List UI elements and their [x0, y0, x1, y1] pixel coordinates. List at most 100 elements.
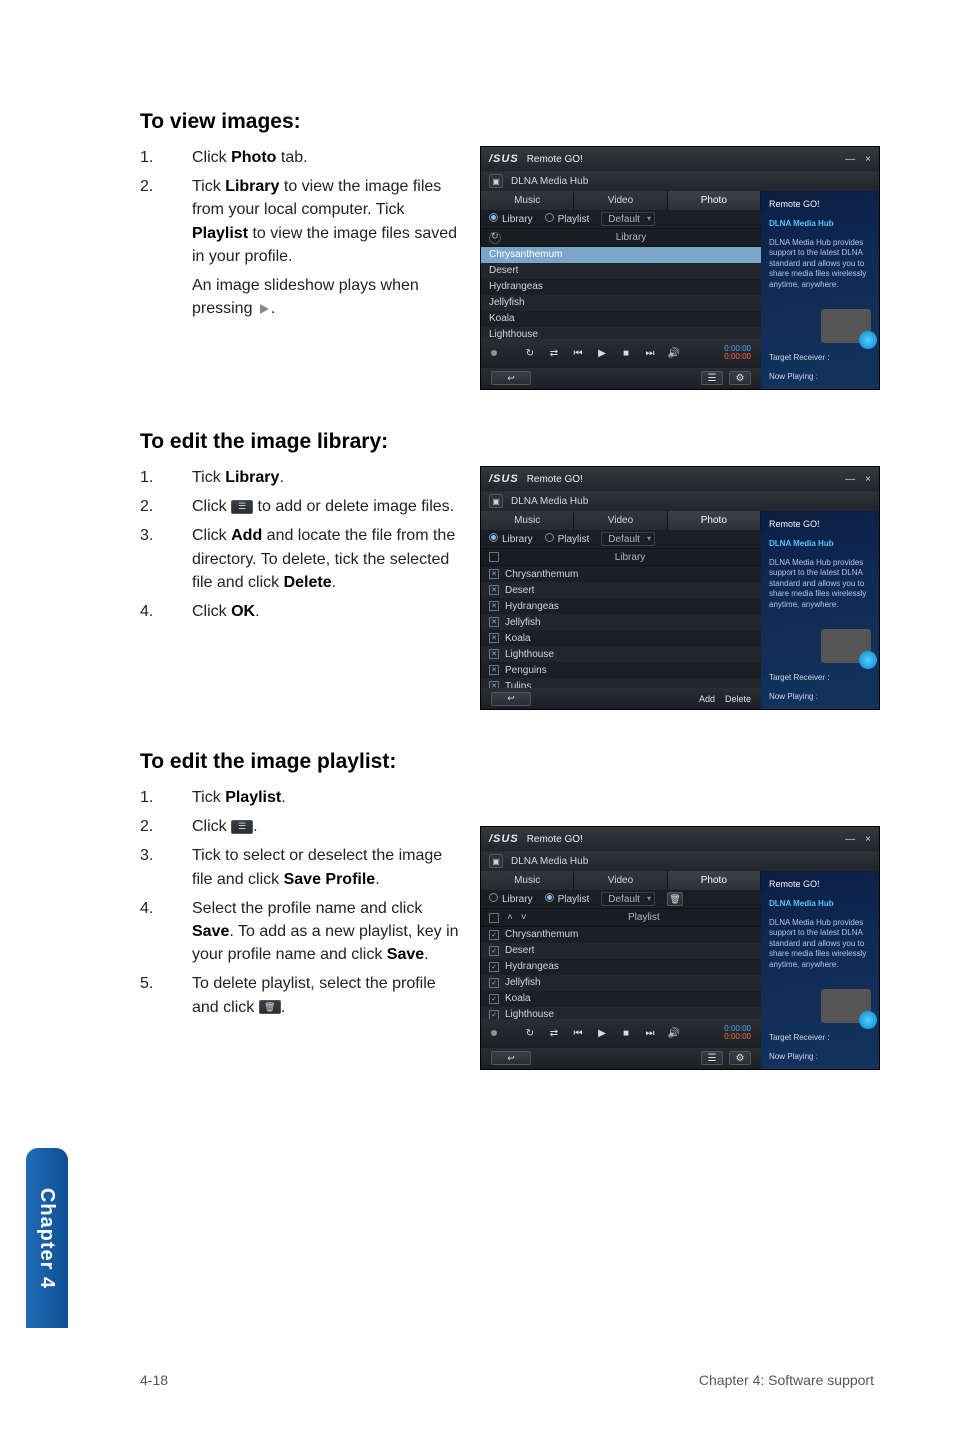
minimize-button[interactable]: —: [845, 154, 855, 165]
settings-icon[interactable]: ⚙: [729, 371, 751, 385]
list-item[interactable]: Lighthouse: [481, 327, 761, 339]
library-label: Library: [616, 232, 647, 243]
media-list[interactable]: ✓Chrysanthemum ✓Desert ✓Hydrangeas ✓Jell…: [481, 927, 761, 1019]
shuffle-icon[interactable]: ⇄: [547, 346, 561, 360]
footer-title: Chapter 4: Software support: [699, 1372, 874, 1388]
tab-video[interactable]: Video: [574, 511, 667, 530]
filter-bar: Library Playlist Default: [481, 530, 761, 549]
list-item[interactable]: ✓Lighthouse: [481, 1007, 761, 1019]
list-item[interactable]: ✕Lighthouse: [481, 646, 761, 662]
close-button[interactable]: ×: [865, 154, 871, 165]
time-total: 0:00:00: [724, 353, 751, 362]
list-item[interactable]: Chrysanthemum: [481, 247, 761, 263]
add-button[interactable]: Add: [699, 694, 715, 704]
library-label: Library: [615, 552, 646, 563]
radio-library[interactable]: Library: [489, 533, 533, 545]
close-button[interactable]: ×: [865, 834, 871, 845]
back-button[interactable]: ↩: [491, 1051, 531, 1065]
minimize-button[interactable]: —: [845, 834, 855, 845]
list-item[interactable]: ✕Penguins: [481, 662, 761, 678]
list-item[interactable]: ✓Chrysanthemum: [481, 927, 761, 943]
delete-button[interactable]: Delete: [725, 694, 751, 704]
tab-photo[interactable]: Photo: [668, 191, 761, 210]
minimize-button[interactable]: —: [845, 474, 855, 485]
prev-icon[interactable]: ⏮: [571, 346, 585, 360]
step-number: 4.: [140, 897, 166, 967]
status-dot: [491, 350, 497, 356]
prev-icon[interactable]: ⏮: [571, 1026, 585, 1040]
repeat-icon[interactable]: ↻: [523, 346, 537, 360]
trash-icon[interactable]: 🗑: [667, 892, 683, 906]
sub-title: DLNA Media Hub: [511, 496, 588, 507]
tab-video[interactable]: Video: [574, 191, 667, 210]
brand-logo: /SUS: [489, 473, 519, 485]
shuffle-icon[interactable]: ⇄: [547, 1026, 561, 1040]
media-tabs: Music Video Photo: [481, 511, 761, 530]
media-list[interactable]: Chrysanthemum Desert Hydrangeas Jellyfis…: [481, 247, 761, 339]
side-subtitle: DLNA Media Hub: [769, 539, 871, 548]
edit-list-icon[interactable]: ☰: [701, 371, 723, 385]
stop-icon[interactable]: ■: [619, 1026, 633, 1040]
radio-library[interactable]: Library: [489, 893, 533, 905]
tab-photo[interactable]: Photo: [668, 511, 761, 530]
player-bar: ↻ ⇄ ⏮ ▶ ■ ⏭ 🔊 0:00:00: [481, 1019, 761, 1048]
tab-video[interactable]: Video: [574, 871, 667, 890]
step-number: 4.: [140, 600, 166, 623]
window-title: Remote GO!: [527, 154, 583, 165]
device-icon: [821, 309, 871, 343]
list-item[interactable]: ✓Desert: [481, 943, 761, 959]
down-button[interactable]: ˅: [521, 912, 527, 923]
play-icon: [257, 303, 271, 315]
repeat-icon[interactable]: ↻: [523, 1026, 537, 1040]
list-item[interactable]: Koala: [481, 311, 761, 327]
list-item[interactable]: ✕Tulips: [481, 678, 761, 688]
profile-dropdown[interactable]: Default: [601, 892, 655, 906]
tab-music[interactable]: Music: [481, 871, 574, 890]
selectall-checkbox[interactable]: [489, 552, 499, 562]
profile-dropdown[interactable]: Default: [601, 532, 655, 546]
stop-icon[interactable]: ■: [619, 346, 633, 360]
volume-icon[interactable]: 🔊: [667, 1026, 681, 1040]
step-body: Click Photo tab.: [192, 146, 460, 169]
tab-photo[interactable]: Photo: [668, 871, 761, 890]
tab-music[interactable]: Music: [481, 511, 574, 530]
sub-header: ▣ DLNA Media Hub: [481, 851, 879, 871]
list-item[interactable]: ✕Koala: [481, 630, 761, 646]
step-body: Click ☰.: [192, 815, 460, 838]
list-item[interactable]: ✕Desert: [481, 582, 761, 598]
radio-playlist[interactable]: Playlist: [545, 213, 590, 225]
list-item[interactable]: Jellyfish: [481, 295, 761, 311]
edit-list-icon[interactable]: ☰: [701, 1051, 723, 1065]
refresh-icon[interactable]: [489, 232, 501, 244]
next-icon[interactable]: ⏭: [643, 1026, 657, 1040]
play-icon[interactable]: ▶: [595, 1026, 609, 1040]
filter-bar: Library Playlist Default: [481, 210, 761, 229]
list-item[interactable]: ✕Chrysanthemum: [481, 566, 761, 582]
profile-dropdown[interactable]: Default: [601, 212, 655, 226]
radio-library[interactable]: Library: [489, 213, 533, 225]
close-button[interactable]: ×: [865, 474, 871, 485]
back-button[interactable]: ↩: [491, 692, 531, 706]
list-item[interactable]: ✓Jellyfish: [481, 975, 761, 991]
step-body: Click ☰ to add or delete image files.: [192, 495, 460, 518]
selectall-checkbox[interactable]: [489, 913, 499, 923]
tab-music[interactable]: Music: [481, 191, 574, 210]
back-button[interactable]: ↩: [491, 371, 531, 385]
volume-icon[interactable]: 🔊: [667, 346, 681, 360]
device-icon: [821, 989, 871, 1023]
list-item[interactable]: ✓Hydrangeas: [481, 959, 761, 975]
settings-icon[interactable]: ⚙: [729, 1051, 751, 1065]
list-item[interactable]: Hydrangeas: [481, 279, 761, 295]
list-item[interactable]: ✓Koala: [481, 991, 761, 1007]
list-item[interactable]: Desert: [481, 263, 761, 279]
radio-playlist[interactable]: Playlist: [545, 533, 590, 545]
media-list[interactable]: ✕Chrysanthemum ✕Desert ✕Hydrangeas ✕Jell…: [481, 566, 761, 688]
list-item[interactable]: ✕Hydrangeas: [481, 598, 761, 614]
radio-playlist[interactable]: Playlist: [545, 893, 590, 905]
list-item[interactable]: ✕Jellyfish: [481, 614, 761, 630]
step: 2. Tick Library to view the image files …: [140, 175, 460, 268]
next-icon[interactable]: ⏭: [643, 346, 657, 360]
section-edit-library: To edit the image library: 1. Tick Libra…: [140, 430, 874, 710]
play-icon[interactable]: ▶: [595, 346, 609, 360]
up-button[interactable]: ˄: [507, 912, 513, 923]
